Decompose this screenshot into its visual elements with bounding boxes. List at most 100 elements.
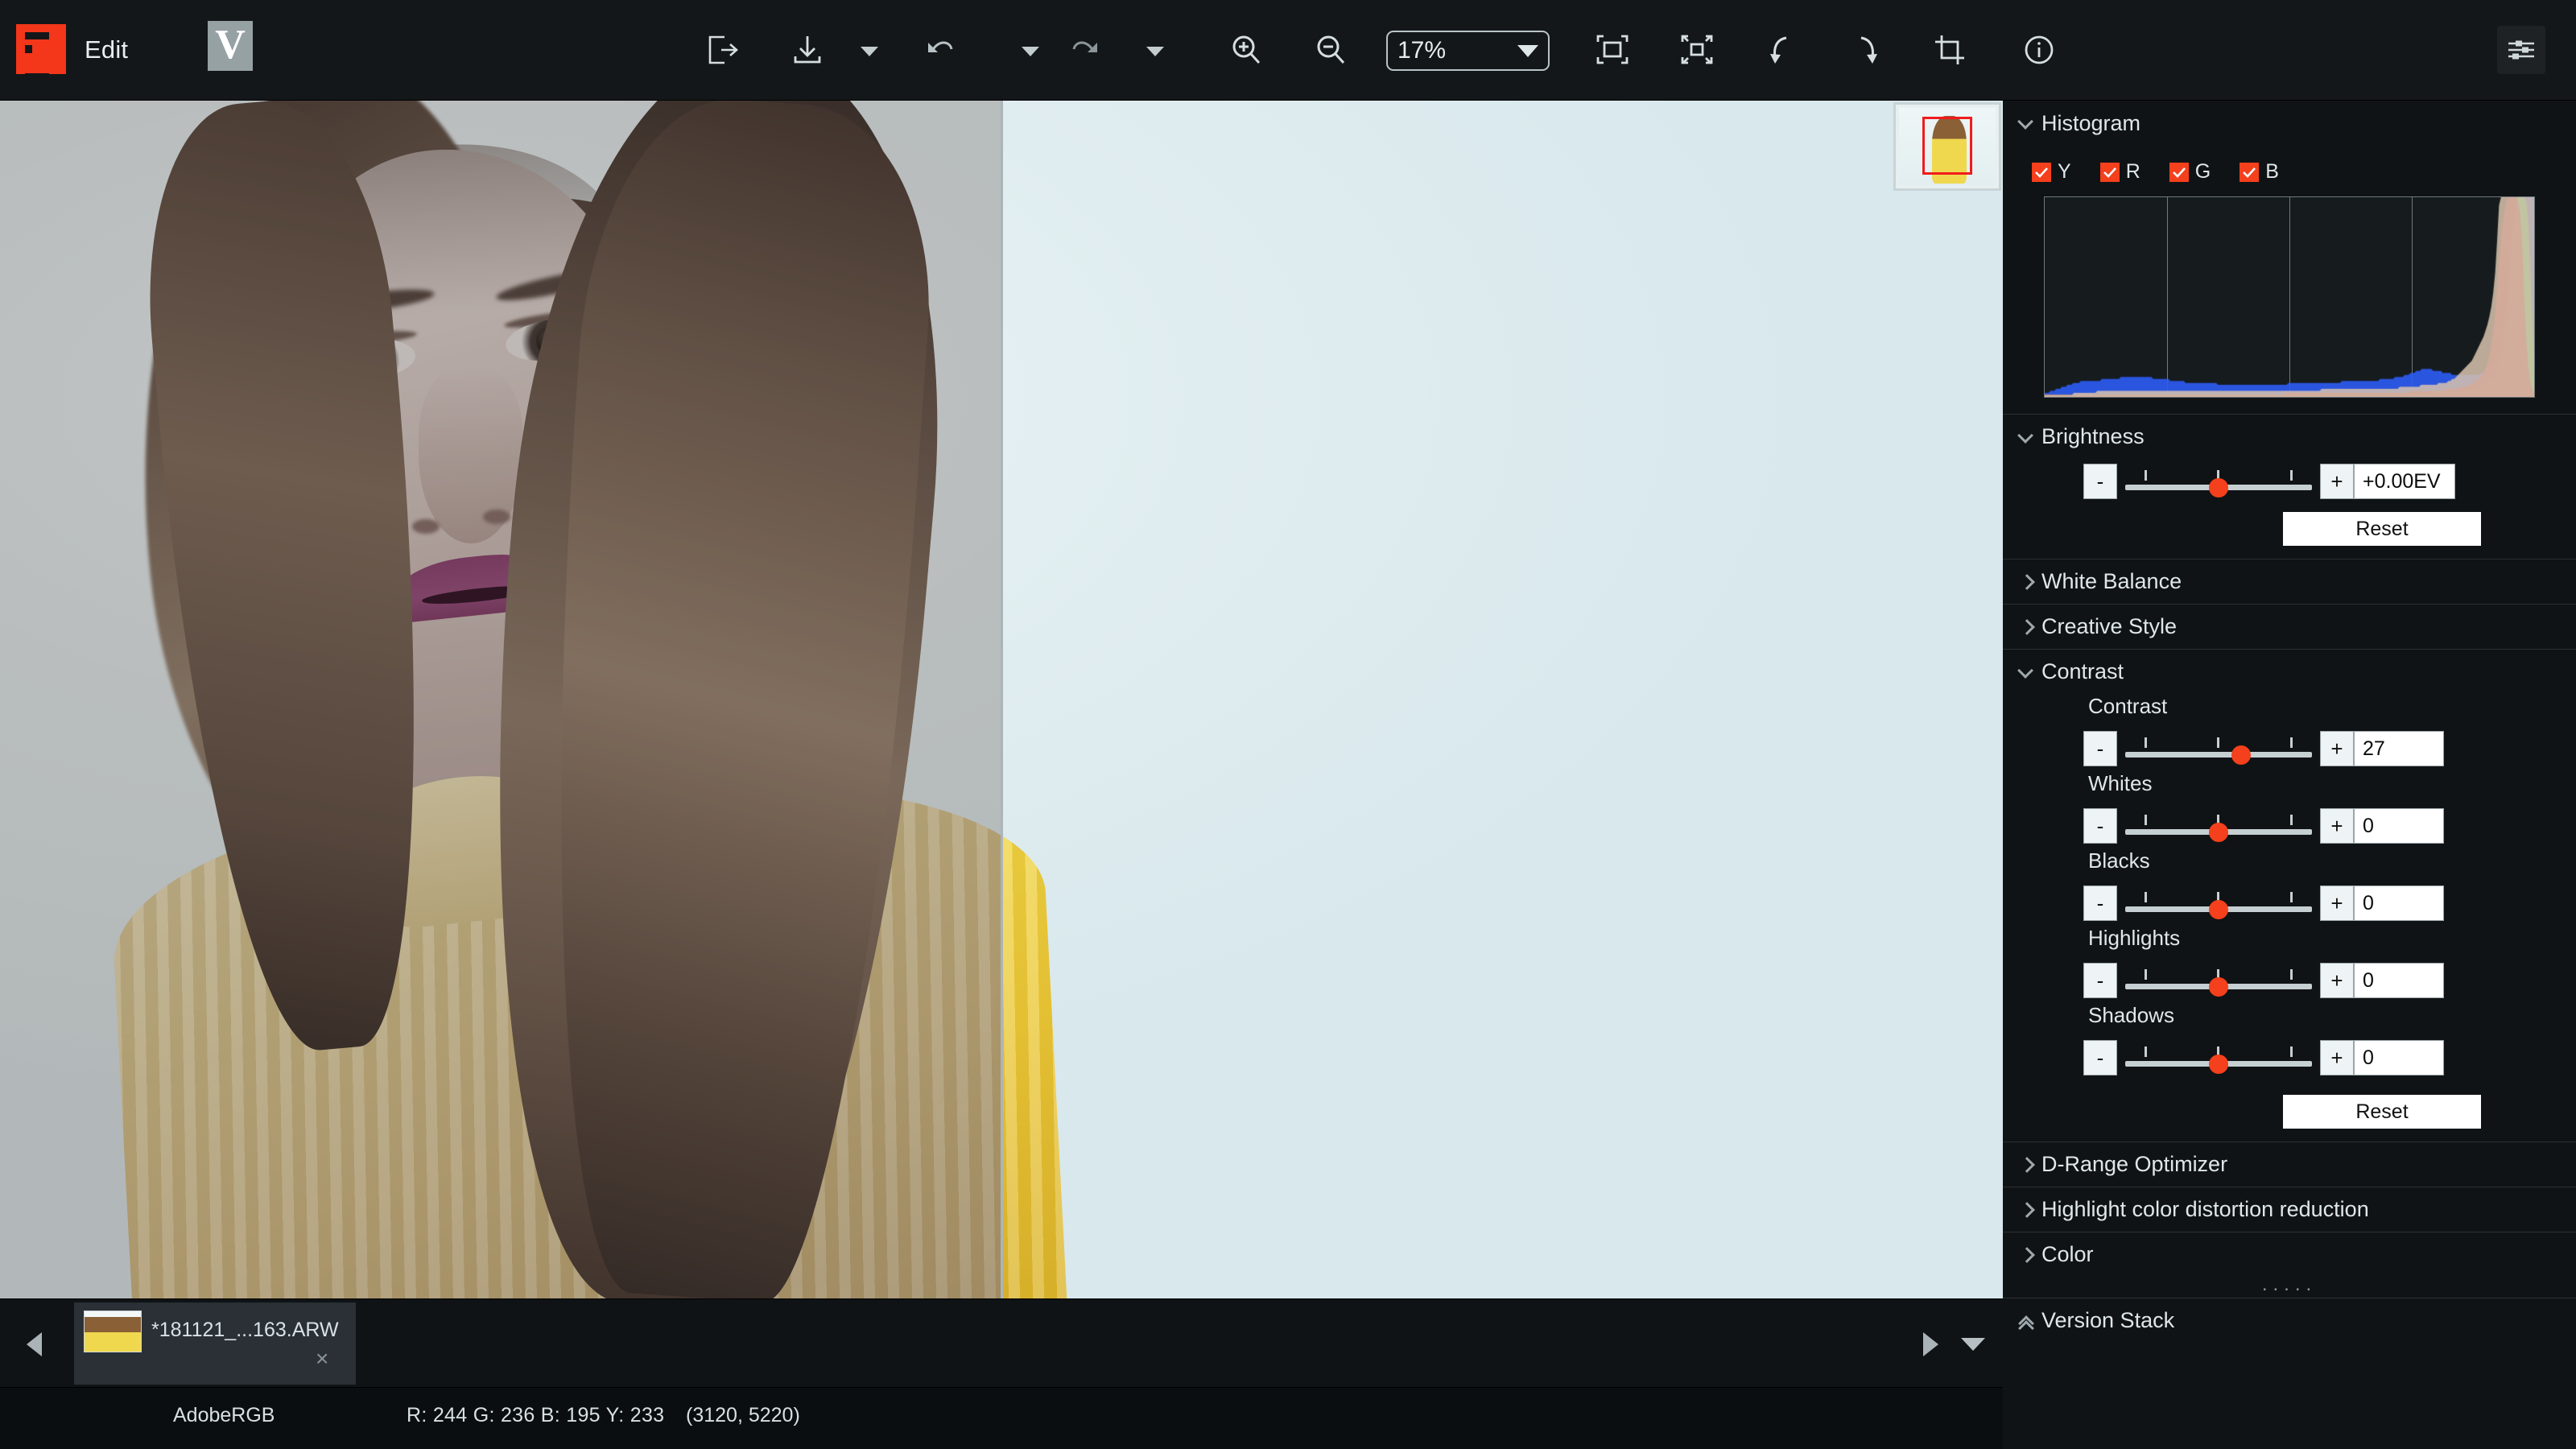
redo-history-chevron-down-icon[interactable]	[1143, 43, 1167, 60]
highlights-slider[interactable]	[2125, 963, 2312, 998]
whites-value-field[interactable]: 0	[2354, 808, 2444, 844]
highlights-slider-thumb[interactable]	[2209, 977, 2228, 997]
brightness-increment-button[interactable]: +	[2320, 464, 2354, 499]
checkbox-checked-icon[interactable]	[2240, 163, 2259, 182]
chevron-right-icon	[2017, 1201, 2035, 1219]
rotate-left-icon[interactable]	[1759, 27, 1804, 72]
arrow-right-icon[interactable]	[1914, 1328, 1946, 1360]
status-bar: AdobeRGB R: 244 G: 236 B: 195 Y: 233 (31…	[0, 1387, 2003, 1449]
section-header-brightness[interactable]: Brightness	[2003, 414, 2576, 459]
checkbox-checked-icon[interactable]	[2169, 163, 2189, 182]
settings-sliders-icon[interactable]	[2497, 26, 2545, 74]
checkbox-checked-icon[interactable]	[2032, 163, 2051, 182]
brightness-slider-row: - + +0.00EV	[2003, 459, 2576, 504]
export-icon[interactable]	[700, 27, 745, 72]
filmstrip-item-label: *181121_...163.ARW	[151, 1319, 339, 1342]
brightness-slider[interactable]	[2125, 464, 2312, 499]
contrast-reset-row: Reset	[2003, 1080, 2576, 1141]
histogram-channel-g[interactable]: G	[2169, 160, 2211, 184]
section-title: Creative Style	[2041, 614, 2177, 639]
top-toolbar: Edit V	[0, 0, 2576, 101]
contrast-value-field[interactable]: 27	[2354, 731, 2444, 766]
shadows-value-field[interactable]: 0	[2354, 1040, 2444, 1075]
filmstrip-expand-chevron-down-icon[interactable]	[1959, 1335, 1987, 1354]
shadows-slider[interactable]	[2125, 1040, 2312, 1075]
brightness-decrement-button[interactable]: -	[2083, 464, 2117, 499]
histogram-channel-r[interactable]: R	[2100, 160, 2140, 184]
zoom-level-select[interactable]: 17%	[1386, 31, 1550, 71]
blacks-increment-button[interactable]: +	[2320, 886, 2354, 921]
rotate-right-icon[interactable]	[1843, 27, 1889, 72]
whites-slider-row: - + 0	[2003, 803, 2576, 848]
brightness-slider-thumb[interactable]	[2209, 478, 2228, 497]
info-icon[interactable]	[2017, 27, 2062, 72]
shadows-decrement-button[interactable]: -	[2083, 1040, 2117, 1075]
after-image-pane[interactable]	[1002, 101, 2003, 1298]
viewer-badge-icon[interactable]: V	[208, 21, 253, 71]
pixel-readout: R: 244 G: 236 B: 195 Y: 233	[407, 1404, 664, 1427]
section-header-d-range-optimizer[interactable]: D-Range Optimizer	[2003, 1141, 2576, 1187]
blacks-slider-row: - + 0	[2003, 881, 2576, 926]
whites-decrement-button[interactable]: -	[2083, 808, 2117, 844]
section-title: Brightness	[2041, 424, 2145, 449]
histogram-channel-b[interactable]: B	[2240, 160, 2279, 184]
shadows-slider-label: Shadows	[2003, 1003, 2576, 1035]
channel-label: Y	[2058, 160, 2071, 184]
section-header-highlight-color-distortion-reduction[interactable]: Highlight color distortion reduction	[2003, 1187, 2576, 1232]
save-download-icon[interactable]	[785, 27, 830, 72]
highlights-increment-button[interactable]: +	[2320, 963, 2354, 998]
whites-slider[interactable]	[2125, 808, 2312, 844]
image-viewer[interactable]	[0, 101, 2003, 1298]
save-options-chevron-down-icon[interactable]	[857, 43, 881, 60]
section-header-white-balance[interactable]: White Balance	[2003, 559, 2576, 604]
app-logo-icon[interactable]	[16, 24, 66, 74]
contrast-increment-button[interactable]: +	[2320, 731, 2354, 766]
section-header-color[interactable]: Color	[2003, 1232, 2576, 1277]
photo-before	[0, 101, 1002, 1298]
section-title: Histogram	[2041, 111, 2140, 136]
section-title: Color	[2041, 1242, 2094, 1267]
undo-icon[interactable]	[918, 27, 963, 72]
histogram-channel-y[interactable]: Y	[2032, 160, 2071, 184]
section-header-contrast[interactable]: Contrast	[2003, 649, 2576, 694]
contrast-reset-button[interactable]: Reset	[2283, 1095, 2481, 1129]
navigator-viewport-rect[interactable]	[1922, 117, 1971, 175]
section-header-version-stack[interactable]: Version Stack	[2003, 1298, 2576, 1343]
highlights-value-field[interactable]: 0	[2354, 963, 2444, 998]
section-header-histogram[interactable]: Histogram	[2003, 101, 2576, 146]
contrast-slider-thumb[interactable]	[2231, 745, 2251, 765]
section-header-creative-style[interactable]: Creative Style	[2003, 604, 2576, 649]
blacks-slider-thumb[interactable]	[2209, 900, 2228, 919]
panel-resize-handle[interactable]: .....	[2003, 1277, 2576, 1298]
redo-icon[interactable]	[1063, 27, 1108, 72]
chevron-down-icon	[2017, 663, 2035, 681]
actual-pixels-icon[interactable]	[1674, 27, 1719, 72]
chevron-down-icon	[1517, 45, 1538, 57]
before-image-pane[interactable]	[0, 101, 1002, 1298]
close-icon[interactable]: ×	[316, 1348, 328, 1370]
brightness-value-field[interactable]: +0.00EV	[2354, 464, 2455, 499]
blacks-slider[interactable]	[2125, 886, 2312, 921]
undo-history-chevron-down-icon[interactable]	[1018, 43, 1042, 60]
shadows-slider-thumb[interactable]	[2209, 1055, 2228, 1074]
highlights-decrement-button[interactable]: -	[2083, 963, 2117, 998]
chevron-right-icon	[2017, 618, 2035, 636]
cursor-coordinates: (3120, 5220)	[686, 1404, 800, 1427]
before-after-split-handle[interactable]	[1001, 101, 1003, 1298]
blacks-decrement-button[interactable]: -	[2083, 886, 2117, 921]
whites-increment-button[interactable]: +	[2320, 808, 2354, 844]
arrow-left-icon[interactable]	[18, 1328, 50, 1360]
shadows-increment-button[interactable]: +	[2320, 1040, 2354, 1075]
zoom-in-icon[interactable]	[1224, 27, 1269, 72]
crop-icon[interactable]	[1928, 27, 1973, 72]
brightness-reset-button[interactable]: Reset	[2283, 512, 2481, 546]
checkbox-checked-icon[interactable]	[2100, 163, 2120, 182]
contrast-decrement-button[interactable]: -	[2083, 731, 2117, 766]
navigator-thumbnail[interactable]	[1893, 102, 2001, 191]
zoom-out-icon[interactable]	[1308, 27, 1353, 72]
contrast-slider[interactable]	[2125, 731, 2312, 766]
whites-slider-thumb[interactable]	[2209, 823, 2228, 842]
filmstrip-item[interactable]: *181121_...163.ARW ×	[74, 1302, 356, 1385]
blacks-value-field[interactable]: 0	[2354, 886, 2444, 921]
fit-to-window-icon[interactable]	[1590, 27, 1635, 72]
